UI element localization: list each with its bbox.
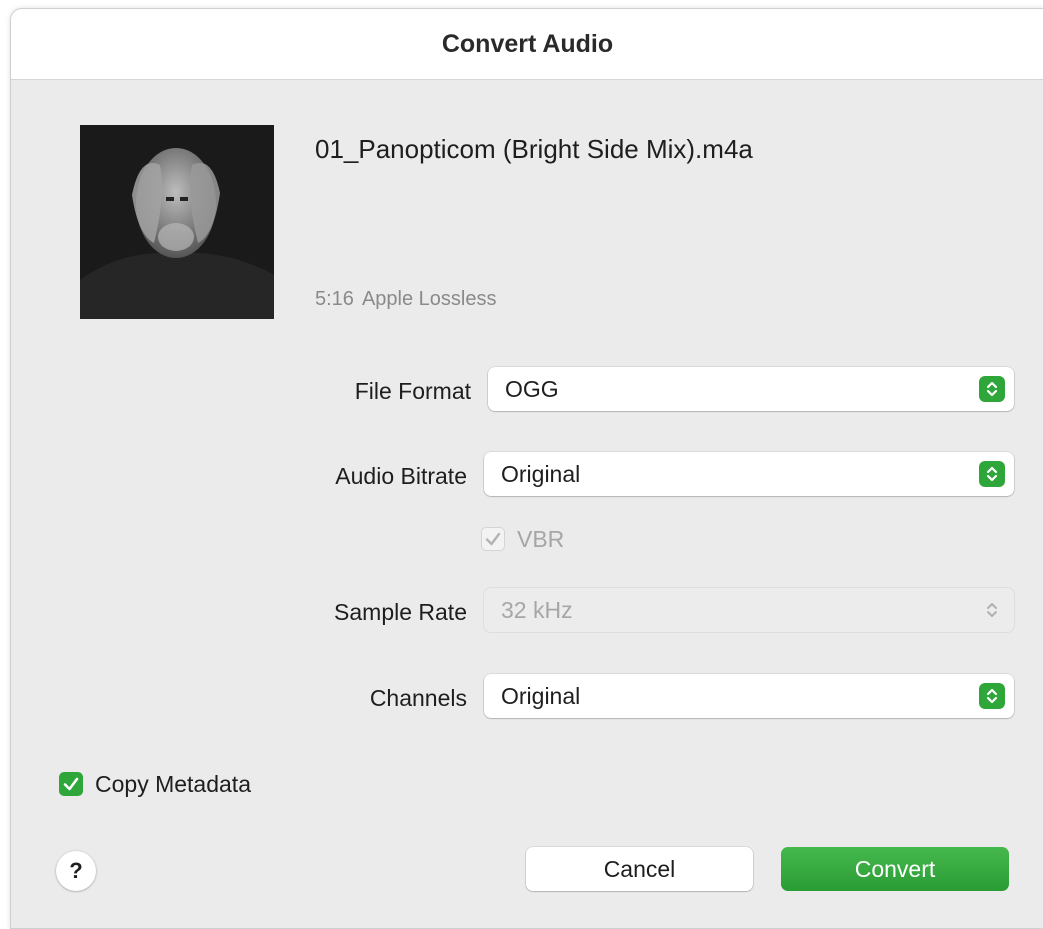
- chevron-updown-icon: [979, 597, 1005, 623]
- copy-metadata-label: Copy Metadata: [95, 771, 251, 797]
- track-codec: Apple Lossless: [361, 288, 497, 310]
- channels-label: Channels: [369, 685, 467, 711]
- track-duration: 5:16: [315, 288, 354, 310]
- checkmark-icon: [63, 777, 79, 791]
- help-button[interactable]: ?: [56, 851, 96, 891]
- vbr-checkbox[interactable]: [481, 527, 505, 551]
- audio-bitrate-popup[interactable]: Original: [484, 452, 1014, 496]
- file-format-popup[interactable]: OGG: [488, 367, 1014, 411]
- convert-button[interactable]: Convert: [781, 847, 1009, 891]
- audio-bitrate-label: Audio Bitrate: [335, 463, 467, 489]
- checkmark-icon: [485, 532, 501, 546]
- audio-bitrate-value: Original: [501, 460, 581, 487]
- file-format-label: File Format: [354, 378, 471, 404]
- dialog-title: Convert Audio: [441, 29, 614, 58]
- chevron-updown-icon: [979, 461, 1005, 487]
- title-bar: Convert Audio: [11, 9, 1043, 80]
- track-info: 5:16 Apple Lossless: [315, 288, 504, 311]
- sample-rate-popup[interactable]: 32 kHz: [484, 588, 1014, 632]
- channels-value: Original: [501, 682, 581, 709]
- channels-popup[interactable]: Original: [484, 674, 1014, 718]
- file-format-value: OGG: [505, 375, 559, 402]
- chevron-updown-icon: [979, 376, 1005, 402]
- sample-rate-value: 32 kHz: [501, 596, 573, 623]
- chevron-updown-icon: [979, 683, 1005, 709]
- copy-metadata-checkbox[interactable]: [59, 772, 83, 796]
- album-artwork-image: [80, 125, 274, 319]
- convert-audio-dialog: Convert Audio 01_Panopticom (Bright Side…: [10, 8, 1043, 929]
- album-artwork: [80, 125, 274, 319]
- sample-rate-label: Sample Rate: [334, 599, 467, 625]
- cancel-button[interactable]: Cancel: [526, 847, 753, 891]
- vbr-label: VBR: [517, 526, 565, 552]
- track-filename: 01_Panopticom (Bright Side Mix).m4a: [315, 134, 753, 164]
